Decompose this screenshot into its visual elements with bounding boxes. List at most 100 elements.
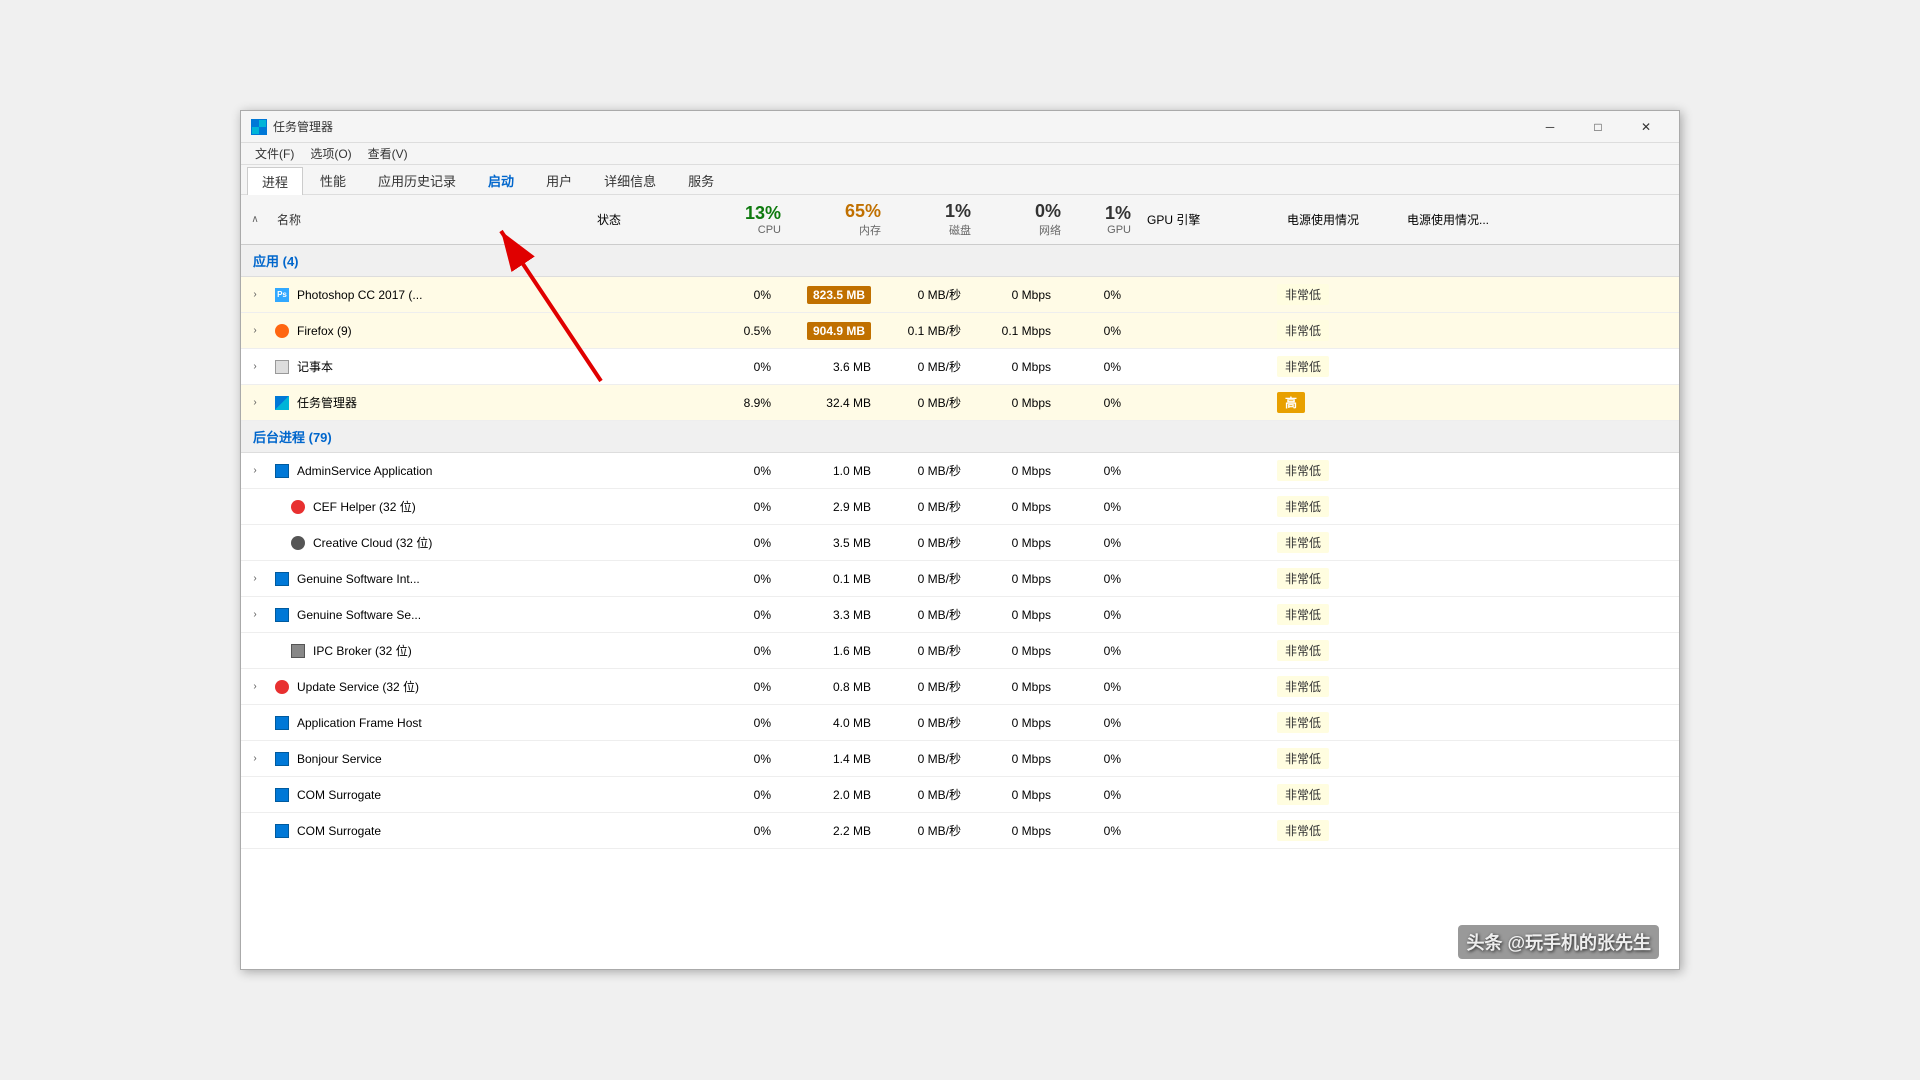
row-disk: 0 MB/秒 — [879, 818, 969, 843]
row-name-cell: Update Service (32 位) — [269, 674, 579, 700]
col-header-disk[interactable]: 1% 磁盘 — [889, 197, 979, 242]
table-row[interactable]: › 任务管理器 8.9% 32.4 MB 0 MB/秒 0 Mbps 0% 高 — [241, 385, 1679, 421]
row-status — [579, 539, 699, 547]
table-row[interactable]: › Genuine Software Int... 0% 0.1 MB 0 MB… — [241, 561, 1679, 597]
row-power: 非常低 — [1269, 352, 1389, 381]
row-status — [579, 327, 699, 335]
menu-options[interactable]: 选项(O) — [302, 143, 359, 164]
section-apps: 应用 (4) — [241, 245, 1679, 277]
minimize-button[interactable]: ─ — [1527, 111, 1573, 143]
col-header-net[interactable]: 0% 网络 — [979, 197, 1069, 242]
table-row[interactable]: › Firefox (9) 0.5% 904.9 MB 0.1 MB/秒 0.1… — [241, 313, 1679, 349]
expand-icon[interactable]: › — [241, 361, 269, 372]
row-name-cell: 任务管理器 — [269, 390, 579, 416]
expand-icon[interactable]: › — [241, 681, 269, 692]
col-header-cpu[interactable]: 13% CPU — [709, 199, 789, 240]
row-power: 非常低 — [1269, 672, 1389, 701]
row-disk: 0 MB/秒 — [879, 354, 969, 379]
expand-icon[interactable]: › — [241, 609, 269, 620]
row-mem: 0.1 MB — [779, 568, 879, 590]
row-name-cell: IPC Broker (32 位) — [269, 638, 579, 664]
row-name-cell: Genuine Software Int... — [269, 566, 579, 592]
close-button[interactable]: ✕ — [1623, 111, 1669, 143]
table-row[interactable]: › Bonjour Service 0% 1.4 MB 0 MB/秒 0 Mbp… — [241, 741, 1679, 777]
row-cpu: 0% — [699, 460, 779, 482]
row-gpu-engine — [1129, 291, 1269, 299]
row-gpu: 0% — [1059, 784, 1129, 806]
col-header-power-trend[interactable]: 电源使用情况... — [1399, 207, 1519, 232]
row-net: 0 Mbps — [969, 640, 1059, 662]
row-net: 0 Mbps — [969, 748, 1059, 770]
row-power-trend — [1389, 291, 1509, 299]
row-gpu: 0% — [1059, 676, 1129, 698]
table-row[interactable]: › 记事本 0% 3.6 MB 0 MB/秒 0 Mbps 0% 非常低 — [241, 349, 1679, 385]
row-power-trend — [1389, 503, 1509, 511]
row-status — [579, 399, 699, 407]
row-name-cell: Creative Cloud (32 位) — [269, 530, 579, 556]
table-row[interactable]: › COM Surrogate 0% 2.2 MB 0 MB/秒 0 Mbps … — [241, 813, 1679, 849]
col-header-status[interactable]: 状态 — [589, 207, 709, 232]
row-name-cell: AdminService Application — [269, 458, 579, 484]
table-row[interactable]: › COM Surrogate 0% 2.0 MB 0 MB/秒 0 Mbps … — [241, 777, 1679, 813]
row-name-cell: COM Surrogate — [269, 782, 579, 808]
row-mem: 904.9 MB — [779, 320, 879, 342]
table-row[interactable]: › Ps Photoshop CC 2017 (... 0% 823.5 MB … — [241, 277, 1679, 313]
col-header-gpu[interactable]: 1% GPU — [1069, 199, 1139, 240]
table-row[interactable]: › Genuine Software Se... 0% 3.3 MB 0 MB/… — [241, 597, 1679, 633]
row-power: 非常低 — [1269, 816, 1389, 845]
expand-icon[interactable]: › — [241, 325, 269, 336]
row-disk: 0 MB/秒 — [879, 390, 969, 415]
col-header-mem[interactable]: 65% 内存 — [789, 197, 889, 242]
expand-icon[interactable]: › — [241, 573, 269, 584]
row-gpu: 0% — [1059, 356, 1129, 378]
menu-bar: 文件(F) 选项(O) 查看(V) — [241, 143, 1679, 165]
row-gpu-engine — [1129, 539, 1269, 547]
table-row[interactable]: › Update Service (32 位) 0% 0.8 MB 0 MB/秒… — [241, 669, 1679, 705]
tab-services[interactable]: 服务 — [673, 166, 729, 194]
tab-users[interactable]: 用户 — [531, 166, 587, 194]
menu-view[interactable]: 查看(V) — [360, 143, 416, 164]
col-header-name[interactable]: 名称 — [269, 207, 589, 232]
table-row[interactable]: › CEF Helper (32 位) 0% 2.9 MB 0 MB/秒 0 M… — [241, 489, 1679, 525]
tab-startup[interactable]: 启动 — [473, 166, 529, 194]
tab-processes[interactable]: 进程 — [247, 167, 303, 195]
tab-app-history[interactable]: 应用历史记录 — [363, 166, 471, 194]
table-row[interactable]: › AdminService Application 0% 1.0 MB 0 M… — [241, 453, 1679, 489]
task-manager-window: 任务管理器 ─ □ ✕ 文件(F) 选项(O) 查看(V) 进程 性能 应用历史… — [240, 110, 1680, 970]
row-disk: 0 MB/秒 — [879, 602, 969, 627]
row-gpu-engine — [1129, 327, 1269, 335]
tab-details[interactable]: 详细信息 — [589, 166, 671, 194]
row-name-cell: Ps Photoshop CC 2017 (... — [269, 282, 579, 308]
expand-icon[interactable]: › — [241, 753, 269, 764]
table-row[interactable]: › IPC Broker (32 位) 0% 1.6 MB 0 MB/秒 0 M… — [241, 633, 1679, 669]
sort-chevron[interactable]: ∧ — [241, 206, 269, 233]
table-row[interactable]: › Application Frame Host 0% 4.0 MB 0 MB/… — [241, 705, 1679, 741]
table-row[interactable]: › Creative Cloud (32 位) 0% 3.5 MB 0 MB/秒… — [241, 525, 1679, 561]
expand-icon[interactable]: › — [241, 289, 269, 300]
maximize-button[interactable]: □ — [1575, 111, 1621, 143]
row-disk: 0 MB/秒 — [879, 674, 969, 699]
blue-icon — [273, 750, 291, 768]
tab-performance[interactable]: 性能 — [305, 166, 361, 194]
menu-file[interactable]: 文件(F) — [247, 143, 302, 164]
row-disk: 0 MB/秒 — [879, 282, 969, 307]
blue-icon — [273, 822, 291, 840]
row-net: 0 Mbps — [969, 356, 1059, 378]
row-power: 非常低 — [1269, 280, 1389, 309]
row-power: 非常低 — [1269, 744, 1389, 773]
row-power-trend — [1389, 467, 1509, 475]
blue-icon — [273, 462, 291, 480]
col-header-power[interactable]: 电源使用情况 — [1279, 207, 1399, 232]
row-power-trend — [1389, 683, 1509, 691]
row-name-cell: Application Frame Host — [269, 710, 579, 736]
row-cpu: 8.9% — [699, 392, 779, 414]
row-status — [579, 827, 699, 835]
row-gpu-engine — [1129, 611, 1269, 619]
expand-icon[interactable]: › — [241, 397, 269, 408]
row-power-trend — [1389, 647, 1509, 655]
blue-icon — [273, 606, 291, 624]
row-power: 非常低 — [1269, 780, 1389, 809]
row-power-trend — [1389, 719, 1509, 727]
col-header-gpu-engine[interactable]: GPU 引擎 — [1139, 207, 1279, 232]
expand-icon[interactable]: › — [241, 465, 269, 476]
